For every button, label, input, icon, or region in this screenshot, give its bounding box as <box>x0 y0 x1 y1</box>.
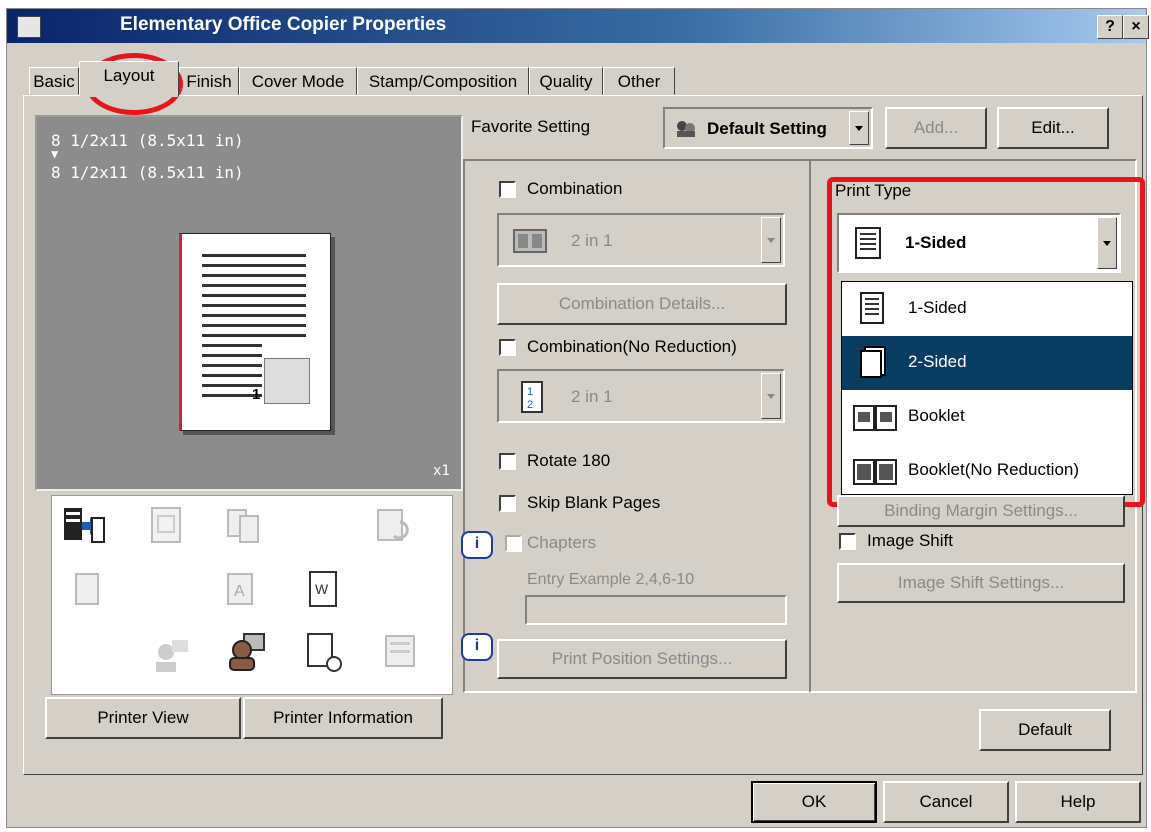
entry-example-label: Entry Example 2,4,6-10 <box>527 571 695 588</box>
original-paper-size: 8 1/2x11 (8.5x11 in) <box>51 131 244 150</box>
combination-no-reduction-value: 2 in 1 <box>571 387 613 406</box>
combination-no-reduction-select[interactable]: 12 2 in 1 <box>497 369 785 423</box>
properties-dialog: Elementary Office Copier Properties ? × … <box>6 8 1149 828</box>
two-in-one-icon <box>513 229 547 253</box>
rotate-180-checkbox[interactable] <box>499 453 516 470</box>
svg-text:W: W <box>315 581 329 597</box>
binding-margin-settings-button[interactable]: Binding Margin Settings... <box>837 495 1125 527</box>
info-icon[interactable]: i <box>461 531 493 559</box>
favorite-setting-label: Favorite Setting <box>471 117 591 136</box>
tab-quality[interactable]: Quality <box>529 67 603 95</box>
skip-blank-pages-checkbox[interactable] <box>499 495 516 512</box>
tab-finish[interactable]: Finish <box>179 67 239 95</box>
edit-favorite-button[interactable]: Edit... <box>997 107 1109 149</box>
box-save-icon[interactable] <box>378 630 422 674</box>
tab-other[interactable]: Other <box>603 67 675 95</box>
combination-no-reduction-checkbox[interactable] <box>499 339 516 356</box>
favorite-icon <box>677 121 695 137</box>
printer-view-button[interactable]: Printer View <box>45 697 241 739</box>
chapters-input[interactable] <box>525 595 787 625</box>
ok-button[interactable]: OK <box>751 781 877 823</box>
page-number: 1 <box>252 386 261 403</box>
page-layout-icon[interactable] <box>144 504 188 548</box>
combination-checkbox[interactable] <box>499 181 516 198</box>
chevron-down-icon[interactable] <box>761 217 781 263</box>
help-button[interactable]: Help <box>1015 781 1141 823</box>
printer-icon <box>17 16 41 38</box>
tab-stamp-composition[interactable]: Stamp/Composition <box>357 67 529 95</box>
info-icon[interactable]: i <box>461 633 493 661</box>
image-shift-checkbox[interactable] <box>839 533 856 550</box>
chapters-label: Chapters <box>527 533 596 552</box>
close-button[interactable]: × <box>1123 15 1149 39</box>
account-track-icon[interactable] <box>224 630 268 674</box>
print-position-settings-button[interactable]: Print Position Settings... <box>497 639 787 679</box>
printer-information-button[interactable]: Printer Information <box>243 697 443 739</box>
combination-details-button[interactable]: Combination Details... <box>497 283 787 325</box>
window-title: Elementary Office Copier Properties <box>120 14 447 35</box>
combination-no-reduction-label: Combination(No Reduction) <box>527 337 737 356</box>
title-bar: Elementary Office Copier Properties ? × <box>7 9 1149 43</box>
document-icon[interactable] <box>66 568 110 612</box>
favorite-setting-select[interactable]: Default Setting <box>663 107 873 149</box>
tab-basic[interactable]: Basic <box>29 67 79 95</box>
rotate-180-label: Rotate 180 <box>527 451 611 470</box>
combination-select[interactable]: 2 in 1 <box>497 213 785 267</box>
arrow-down-icon: ▼ <box>51 147 59 161</box>
combination-label: Combination <box>527 179 623 198</box>
user-settings-icon[interactable] <box>148 634 192 678</box>
chevron-down-icon[interactable] <box>761 373 781 419</box>
font-substitute-icon[interactable]: A <box>222 568 266 612</box>
help-title-button[interactable]: ? <box>1097 15 1123 39</box>
rotate-page-icon[interactable] <box>372 504 416 548</box>
function-icon-panel: A W <box>51 495 453 695</box>
add-favorite-button[interactable]: Add... <box>885 107 987 149</box>
skip-blank-pages-label: Skip Blank Pages <box>527 493 661 512</box>
svg-text:2: 2 <box>527 399 533 411</box>
watermark-icon[interactable]: W <box>302 568 346 612</box>
image-shift-settings-button[interactable]: Image Shift Settings... <box>837 563 1125 603</box>
printer-view-icon[interactable] <box>62 504 106 548</box>
print-type-highlight <box>827 177 1145 507</box>
page-preview: 8 1/2x11 (8.5x11 in) ▼ 8 1/2x11 (8.5x11 … <box>35 115 463 491</box>
tab-cover-mode[interactable]: Cover Mode <box>239 67 357 95</box>
chevron-down-icon[interactable] <box>849 111 869 145</box>
half-page-icon: 12 <box>521 381 543 413</box>
combination-value: 2 in 1 <box>571 231 613 250</box>
chapters-checkbox[interactable] <box>505 535 522 552</box>
secure-print-icon[interactable] <box>302 630 346 674</box>
copy-pages-icon[interactable] <box>222 504 266 548</box>
preview-page: 1 <box>179 233 331 431</box>
default-button[interactable]: Default <box>979 709 1111 751</box>
copies-count: x1 <box>433 463 450 479</box>
output-paper-size: 8 1/2x11 (8.5x11 in) <box>51 163 244 182</box>
favorite-setting-value: Default Setting <box>707 119 827 138</box>
stamp-thumbnail <box>264 358 310 404</box>
image-shift-label: Image Shift <box>867 531 953 550</box>
tab-layout[interactable]: Layout <box>79 61 179 97</box>
svg-text:1: 1 <box>527 386 533 398</box>
svg-text:A: A <box>234 583 245 600</box>
cancel-button[interactable]: Cancel <box>883 781 1009 823</box>
